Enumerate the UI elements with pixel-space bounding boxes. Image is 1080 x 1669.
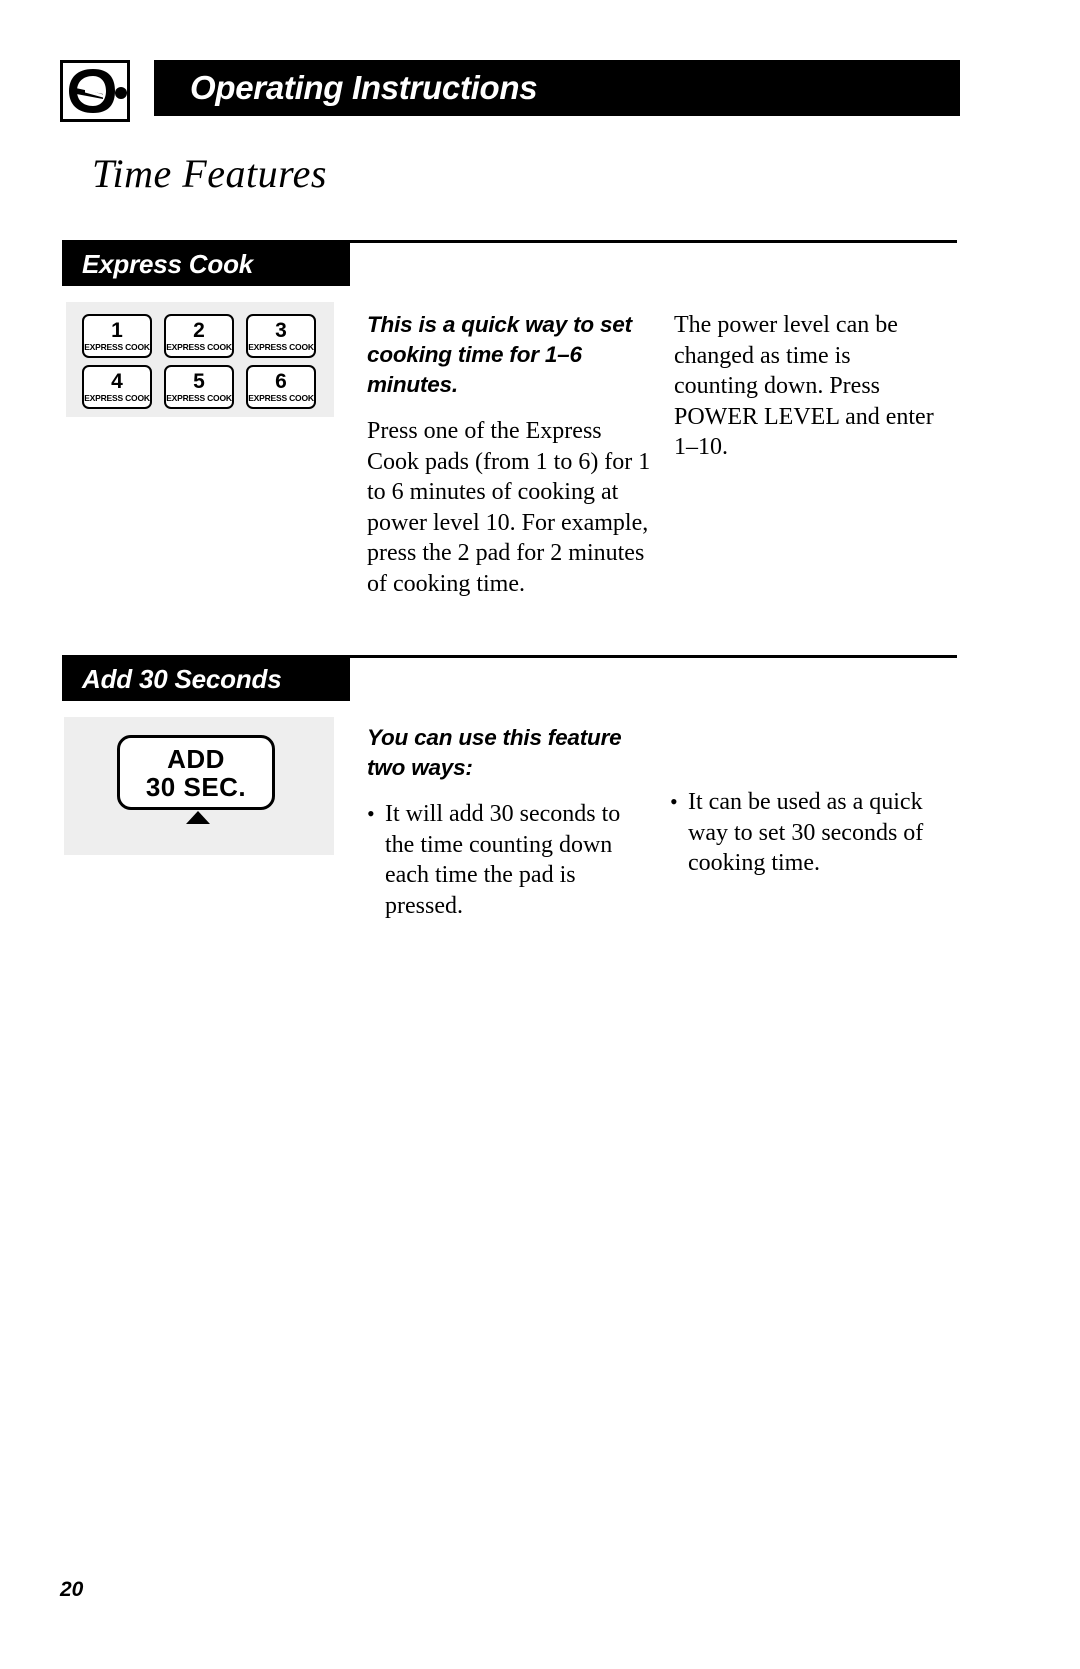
add-pad-line1: ADD	[167, 743, 225, 774]
express-cook-key-5[interactable]: 5 EXPRESS COOK	[164, 365, 234, 409]
key-number: 1	[111, 318, 123, 342]
add-30-seconds-bullet-list-left: It will add 30 seconds to the time count…	[367, 799, 632, 921]
key-number: 4	[111, 369, 123, 393]
key-sublabel: EXPRESS COOK	[166, 341, 232, 352]
express-cook-lead-text: This is a quick way to set cooking time …	[367, 312, 632, 397]
add-30-seconds-column-left: You can use this feature two ways: It wi…	[367, 723, 632, 921]
add-pad-line2: 30 SEC.	[145, 771, 247, 802]
page-header: Operating Instructions	[60, 60, 960, 122]
page-number: 20	[60, 1578, 84, 1601]
express-cook-key-1[interactable]: 1 EXPRESS COOK	[82, 314, 152, 358]
key-number: 6	[275, 369, 287, 393]
section-tab-label: Add 30 Seconds	[82, 664, 282, 694]
page-title: Time Features	[92, 151, 327, 196]
key-number: 5	[193, 369, 205, 393]
add-30-sec-pad[interactable]: ADD 30 SEC.	[117, 735, 275, 810]
header-title: Operating Instructions	[190, 69, 538, 106]
add-30-seconds-column-right: It can be used as a quick way to set 30 …	[670, 787, 942, 879]
microwave-door-icon	[60, 60, 130, 122]
section-tab-add-30-seconds: Add 30 Seconds	[62, 658, 350, 701]
add-30-seconds-pad-panel: ADD 30 SEC.	[64, 717, 334, 855]
express-cook-column-right: The power level can be changed as time i…	[674, 310, 934, 463]
key-number: 3	[275, 318, 287, 342]
key-sublabel: EXPRESS COOK	[84, 392, 150, 403]
express-cook-body-text: Press one of the Express Cook pads (from…	[367, 418, 651, 597]
express-cook-column-left: This is a quick way to set cooking time …	[367, 310, 652, 599]
list-item: It will add 30 seconds to the time count…	[367, 799, 632, 921]
express-cook-key-6[interactable]: 6 EXPRESS COOK	[246, 365, 316, 409]
express-cook-power-level-text: The power level can be changed as time i…	[674, 312, 934, 460]
key-number: 2	[193, 318, 205, 342]
list-item: It can be used as a quick way to set 30 …	[670, 787, 942, 879]
key-sublabel: EXPRESS COOK	[248, 392, 314, 403]
up-triangle-marker-icon	[186, 811, 210, 824]
key-sublabel: EXPRESS COOK	[248, 341, 314, 352]
add-30-seconds-lead-text: You can use this feature two ways:	[367, 725, 622, 780]
header-banner: Operating Instructions	[154, 60, 960, 116]
section-tab-label: Express Cook	[82, 249, 254, 279]
express-cook-key-3[interactable]: 3 EXPRESS COOK	[246, 314, 316, 358]
express-cook-keypad-panel: 1 EXPRESS COOK 2 EXPRESS COOK 3 EXPRESS …	[66, 302, 334, 417]
express-cook-keypad: 1 EXPRESS COOK 2 EXPRESS COOK 3 EXPRESS …	[82, 314, 316, 409]
express-cook-key-4[interactable]: 4 EXPRESS COOK	[82, 365, 152, 409]
key-sublabel: EXPRESS COOK	[166, 392, 232, 403]
add-30-seconds-bullet-list-right: It can be used as a quick way to set 30 …	[670, 787, 942, 879]
express-cook-key-2[interactable]: 2 EXPRESS COOK	[164, 314, 234, 358]
section-tab-express-cook: Express Cook	[62, 243, 350, 286]
key-sublabel: EXPRESS COOK	[84, 341, 150, 352]
